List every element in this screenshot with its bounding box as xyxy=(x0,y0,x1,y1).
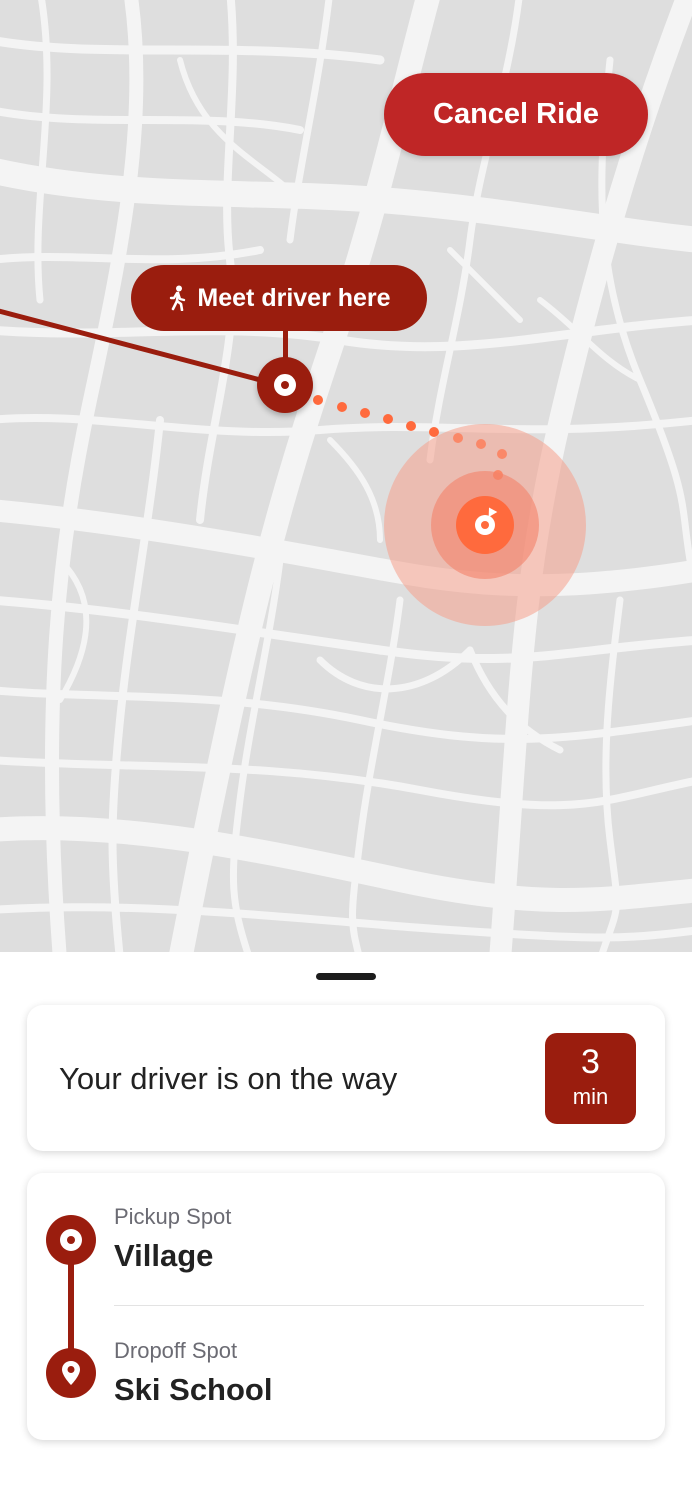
meet-tag-label: Meet driver here xyxy=(197,283,391,312)
dropoff-name[interactable]: Ski School xyxy=(114,1372,272,1408)
meet-driver-tag: Meet driver here xyxy=(131,265,427,331)
pickup-name[interactable]: Village xyxy=(114,1238,213,1274)
eta-value: 3 xyxy=(581,1043,600,1081)
pickup-pin-icon xyxy=(257,357,313,413)
bottom-sheet: Your driver is on the way 3 min Pickup S… xyxy=(0,952,692,1500)
pickup-stop-icon xyxy=(46,1215,96,1265)
route-card: Pickup Spot Village Dropoff Spot Ski Sch… xyxy=(27,1173,665,1440)
dropoff-label: Dropoff Spot xyxy=(114,1338,238,1363)
stop-divider xyxy=(114,1305,644,1306)
driver-location-icon xyxy=(456,496,514,554)
walking-person-icon xyxy=(170,285,186,311)
cancel-ride-button[interactable]: Cancel Ride xyxy=(384,73,648,156)
eta-badge: 3 min xyxy=(545,1033,636,1124)
driver-status-card: Your driver is on the way 3 min xyxy=(27,1005,665,1151)
sheet-drag-handle[interactable] xyxy=(316,973,376,980)
driver-status-text: Your driver is on the way xyxy=(59,1061,398,1096)
pickup-label: Pickup Spot xyxy=(114,1204,232,1229)
map-view[interactable]: Meet driver here Cancel Ride xyxy=(0,0,692,952)
eta-unit: min xyxy=(572,1084,609,1109)
dropoff-pin-icon xyxy=(46,1348,96,1398)
